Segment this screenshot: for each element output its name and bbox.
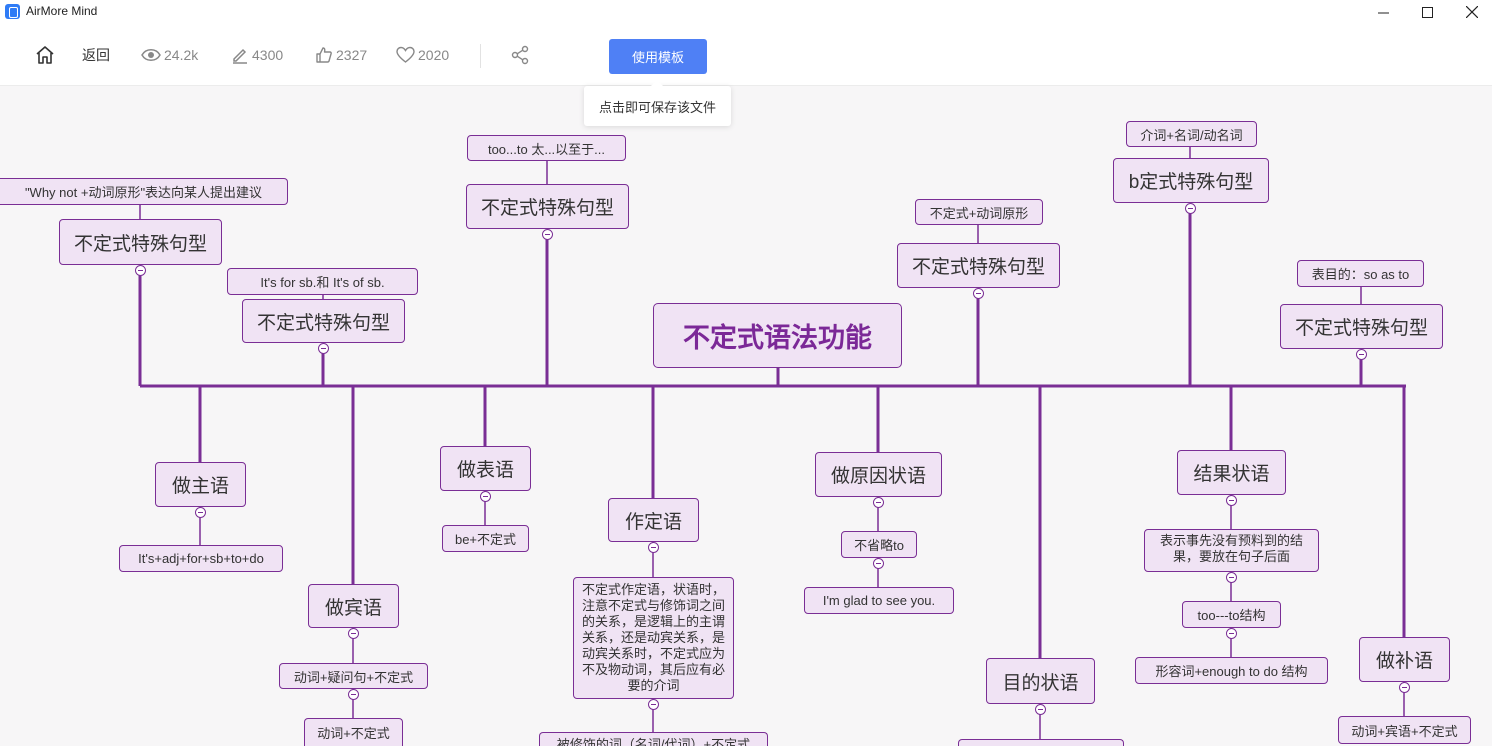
attributive-pattern[interactable]: 被修饰的词（名词/代词）+不定式 xyxy=(539,732,768,746)
upper-topic-3[interactable]: 不定式特殊句型 xyxy=(466,184,629,229)
home-button[interactable] xyxy=(35,24,58,86)
upper-note-2[interactable]: It's for sb.和 It's of sb. xyxy=(227,268,418,295)
window-title: AirMore Mind xyxy=(26,4,98,18)
lower-topic-object[interactable]: 做宾语 xyxy=(308,584,399,628)
views-value: 24.2k xyxy=(164,47,199,63)
lower-topic-predicative[interactable]: 做表语 xyxy=(440,446,531,491)
upper-note-5[interactable]: 介词+名词/动名词 xyxy=(1126,121,1257,147)
predicative-example[interactable]: be+不定式 xyxy=(442,525,529,552)
thumbs-up-icon xyxy=(316,47,332,63)
result-pattern-2[interactable]: 形容词+enough to do 结构 xyxy=(1135,657,1328,684)
collapse-toggle-icon[interactable] xyxy=(648,699,659,710)
collapse-toggle-icon[interactable] xyxy=(1226,628,1237,639)
subject-example[interactable]: It's+adj+for+sb+to+do xyxy=(119,545,283,572)
collapse-toggle-icon[interactable] xyxy=(348,628,359,639)
collapse-toggle-icon[interactable] xyxy=(1399,682,1410,693)
collapse-toggle-icon[interactable] xyxy=(973,288,984,299)
collapse-toggle-icon[interactable] xyxy=(348,689,359,700)
collapse-toggle-icon[interactable] xyxy=(873,497,884,508)
home-icon xyxy=(36,46,54,64)
minimize-icon[interactable] xyxy=(1361,0,1405,24)
upper-topic-2[interactable]: 不定式特殊句型 xyxy=(242,299,405,343)
collapse-toggle-icon[interactable] xyxy=(1035,704,1046,715)
collapse-toggle-icon[interactable] xyxy=(1185,203,1196,214)
purpose-child-clipped[interactable] xyxy=(958,739,1124,746)
like-button[interactable]: 2327 xyxy=(315,24,367,86)
toolbar-divider xyxy=(480,44,481,68)
upper-note-6[interactable]: 表目的：so as to xyxy=(1297,260,1424,287)
views-count: 24.2k xyxy=(141,24,198,86)
result-pattern-1[interactable]: too---to结构 xyxy=(1182,601,1281,628)
collapse-toggle-icon[interactable] xyxy=(1226,495,1237,506)
lower-topic-purpose[interactable]: 目的状语 xyxy=(986,658,1095,704)
collapse-toggle-icon[interactable] xyxy=(648,542,659,553)
use-template-tooltip: 点击即可保存该文件 xyxy=(584,80,731,126)
complement-pattern[interactable]: 动词+宾语+不定式 xyxy=(1338,716,1471,744)
upper-topic-1[interactable]: 不定式特殊句型 xyxy=(59,219,222,265)
favorites-value: 2020 xyxy=(418,47,450,63)
lower-topic-attributive[interactable]: 作定语 xyxy=(608,498,699,542)
favorite-button[interactable]: 2020 xyxy=(396,24,449,86)
share-button[interactable] xyxy=(510,24,533,86)
lower-topic-complement[interactable]: 做补语 xyxy=(1359,637,1450,682)
edits-count: 4300 xyxy=(231,24,283,86)
object-pattern-1[interactable]: 动词+疑问句+不定式 xyxy=(279,663,428,689)
collapse-toggle-icon[interactable] xyxy=(873,558,884,569)
edits-value: 4300 xyxy=(252,47,284,63)
cause-rule[interactable]: 不省略to xyxy=(841,531,917,558)
heart-icon xyxy=(396,46,415,63)
collapse-toggle-icon[interactable] xyxy=(195,507,206,518)
mindmap-canvas[interactable]: 不定式语法功能 "Why not +动词原形"表达向某人提出建议 不定式特殊句型… xyxy=(0,87,1492,746)
object-pattern-2[interactable]: 动词+不定式 xyxy=(304,718,403,746)
title-bar: AirMore Mind xyxy=(0,0,1492,24)
cause-example[interactable]: I'm glad to see you. xyxy=(804,587,954,614)
likes-value: 2327 xyxy=(336,47,368,63)
center-topic[interactable]: 不定式语法功能 xyxy=(653,303,902,368)
app-logo-icon xyxy=(5,4,20,19)
lower-topic-subject[interactable]: 做主语 xyxy=(155,462,246,507)
lower-topic-cause[interactable]: 做原因状语 xyxy=(815,452,942,497)
close-icon[interactable] xyxy=(1450,0,1492,24)
lower-topic-result[interactable]: 结果状语 xyxy=(1177,450,1286,495)
collapse-toggle-icon[interactable] xyxy=(542,229,553,240)
maximize-icon[interactable] xyxy=(1405,0,1449,24)
upper-note-1[interactable]: "Why not +动词原形"表达向某人提出建议 xyxy=(0,178,288,205)
pencil-icon xyxy=(233,48,247,64)
collapse-toggle-icon[interactable] xyxy=(318,343,329,354)
upper-note-3[interactable]: too...to 太...以至于... xyxy=(467,135,626,161)
collapse-toggle-icon[interactable] xyxy=(1226,572,1237,583)
eye-icon xyxy=(141,49,161,61)
back-button[interactable]: 返回 xyxy=(82,24,110,86)
upper-note-4[interactable]: 不定式+动词原形 xyxy=(915,199,1043,225)
attributive-note[interactable]: 不定式作定语，状语时，注意不定式与修饰词之间的关系，是逻辑上的主谓关系，还是动宾… xyxy=(573,577,734,699)
toolbar: 返回 24.2k 4300 2327 2020 xyxy=(0,24,1492,86)
upper-topic-5[interactable]: b定式特殊句型 xyxy=(1113,158,1269,203)
upper-topic-4[interactable]: 不定式特殊句型 xyxy=(897,243,1060,288)
use-template-button[interactable]: 使用模板 xyxy=(609,39,707,74)
upper-topic-6[interactable]: 不定式特殊句型 xyxy=(1280,304,1443,349)
collapse-toggle-icon[interactable] xyxy=(480,491,491,502)
collapse-toggle-icon[interactable] xyxy=(1356,349,1367,360)
share-icon xyxy=(511,45,529,65)
collapse-toggle-icon[interactable] xyxy=(135,265,146,276)
result-note[interactable]: 表示事先没有预料到的结果，要放在句子后面 xyxy=(1144,529,1319,572)
